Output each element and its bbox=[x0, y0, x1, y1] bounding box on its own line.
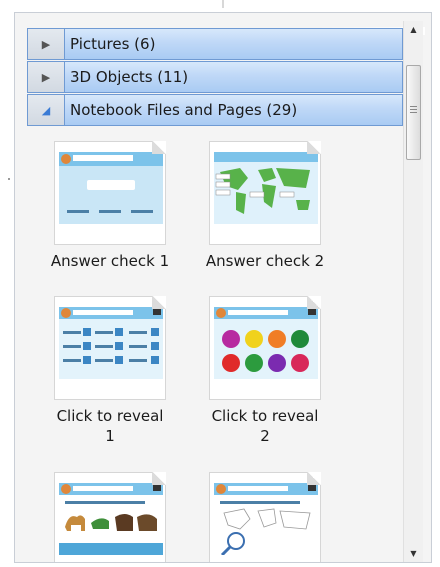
page-corner-fold bbox=[307, 472, 321, 485]
animals-page-thumbnail[interactable] bbox=[54, 472, 166, 562]
page-preview bbox=[59, 152, 163, 224]
section-label-pictures: Pictures (6) bbox=[70, 35, 156, 53]
gallery-item-animals-page[interactable] bbox=[35, 472, 185, 562]
collapse-toggle-notebook-files[interactable]: ◢ bbox=[28, 95, 65, 125]
page-preview bbox=[59, 483, 163, 555]
item-caption: Answer check 2 bbox=[205, 252, 325, 270]
section-notebook-files[interactable]: ◢ Notebook Files and Pages (29) bbox=[27, 94, 403, 126]
arrow-down-icon[interactable]: ▼ bbox=[404, 545, 423, 562]
category-accordion: ▶ Pictures (6) ▶ 3D Objects (11) ◢ Noteb… bbox=[27, 28, 403, 127]
gallery-item-answer-check-1[interactable]: Answer check 1 bbox=[35, 141, 185, 271]
page-thumbnail-frame bbox=[209, 472, 321, 562]
page-corner-fold bbox=[307, 141, 321, 154]
page-corner-fold bbox=[152, 141, 166, 154]
vertical-scrollbar[interactable]: ▲ ▼ bbox=[403, 21, 423, 562]
page-thumbnail-frame bbox=[54, 472, 166, 562]
triangle-right-icon: ▶ bbox=[41, 37, 51, 51]
section-label-notebook-files: Notebook Files and Pages (29) bbox=[70, 101, 298, 119]
section-3d-objects[interactable]: ▶ 3D Objects (11) bbox=[27, 61, 403, 93]
number-boxes-page-thumbnail[interactable] bbox=[54, 296, 166, 400]
expand-toggle-pictures[interactable]: ▶ bbox=[28, 29, 65, 59]
page-thumbnail-frame bbox=[54, 141, 166, 245]
gallery-item-click-to-reveal-2[interactable]: Click to reveal 2 bbox=[190, 296, 340, 446]
gallery-item-click-to-reveal-1[interactable]: Click to reveal 1 bbox=[35, 296, 185, 446]
gallery-panel: ▶ Pictures (6) ▶ 3D Objects (11) ◢ Noteb… bbox=[14, 12, 432, 563]
colored-circles-page-thumbnail[interactable] bbox=[209, 296, 321, 400]
arrow-up-icon[interactable]: ▲ bbox=[404, 21, 423, 38]
section-pictures[interactable]: ▶ Pictures (6) bbox=[27, 28, 403, 60]
section-label-3d-objects: 3D Objects (11) bbox=[70, 68, 189, 86]
page-thumbnail-frame bbox=[209, 141, 321, 245]
page-thumbnail-frame bbox=[54, 296, 166, 400]
expand-toggle-3d-objects[interactable]: ▶ bbox=[28, 62, 65, 92]
outline-map-page-thumbnail[interactable] bbox=[209, 472, 321, 562]
answer-check-page-thumbnail[interactable] bbox=[54, 141, 166, 245]
window-top-tick bbox=[222, 0, 224, 8]
gallery-item-answer-check-2[interactable]: Answer check 2 bbox=[190, 141, 340, 271]
gallery-item-outline-map-page[interactable] bbox=[190, 472, 340, 562]
page-preview bbox=[214, 307, 318, 379]
grip-icon bbox=[410, 106, 417, 115]
item-caption: Click to reveal 2 bbox=[211, 407, 319, 445]
page-preview bbox=[59, 307, 163, 379]
item-caption: Click to reveal 1 bbox=[56, 407, 164, 445]
triangle-down-icon: ◢ bbox=[41, 103, 51, 117]
triangle-right-icon: ▶ bbox=[41, 70, 51, 84]
page-corner-fold bbox=[152, 472, 166, 485]
page-preview bbox=[214, 152, 318, 224]
page-corner-fold bbox=[307, 296, 321, 309]
page-preview bbox=[214, 483, 318, 555]
page-corner-fold bbox=[152, 296, 166, 309]
page-thumbnail-frame bbox=[209, 296, 321, 400]
scrollbar-thumb[interactable] bbox=[406, 65, 421, 160]
item-caption: Answer check 1 bbox=[50, 252, 170, 270]
resize-grip-dot bbox=[8, 178, 10, 180]
world-map-page-thumbnail[interactable] bbox=[209, 141, 321, 245]
